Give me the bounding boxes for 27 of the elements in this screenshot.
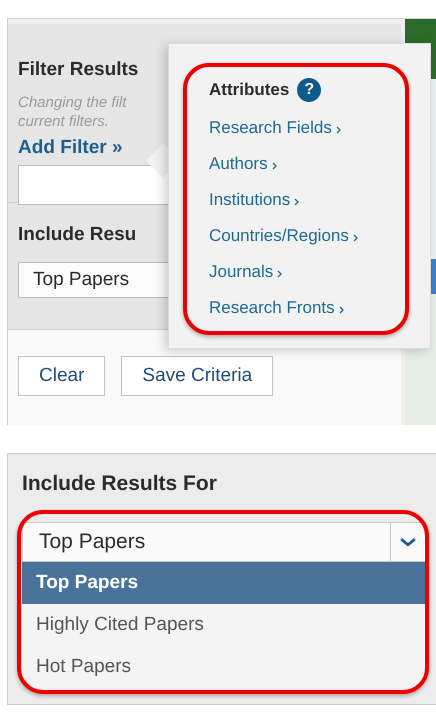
panel-button[interactable]: Clear [18,356,106,396]
filter-title: Filter Results [18,59,138,81]
chevron-icon [272,162,277,170]
attributes-title: Attributes [209,80,290,100]
attribute-link[interactable]: Institutions [209,182,300,218]
chevron-icon [338,306,344,314]
results-select[interactable]: Top Papers [22,522,426,562]
chevron-icon [294,198,300,206]
option-item[interactable]: Highly Cited Papers [22,604,426,646]
attribute-link[interactable]: Authors [209,146,277,182]
option-item[interactable]: Top Papers [22,562,426,604]
chevron-down-icon [400,538,416,546]
chevron-icon [277,270,282,278]
panel-button[interactable]: Save Criteria [121,356,274,396]
chevron-icon [336,126,341,134]
chevron-icon [352,234,358,242]
attribute-link[interactable]: Research Fields [209,110,341,146]
attribute-link[interactable]: Countries/Regions [209,218,358,254]
select-value: Top Papers [38,530,146,554]
include-results-label: Include Resu [18,224,136,246]
attribute-link[interactable]: Journals [209,254,282,290]
add-filter-link[interactable]: Add Filter » [18,137,123,159]
include-results-label: Include Results For [22,472,218,496]
help-icon[interactable]: ? [297,78,322,102]
option-item[interactable]: Hot Papers [22,646,426,688]
attribute-link[interactable]: Research Fronts [209,290,344,326]
hint-text: Changing the filt current filters. [18,93,126,131]
